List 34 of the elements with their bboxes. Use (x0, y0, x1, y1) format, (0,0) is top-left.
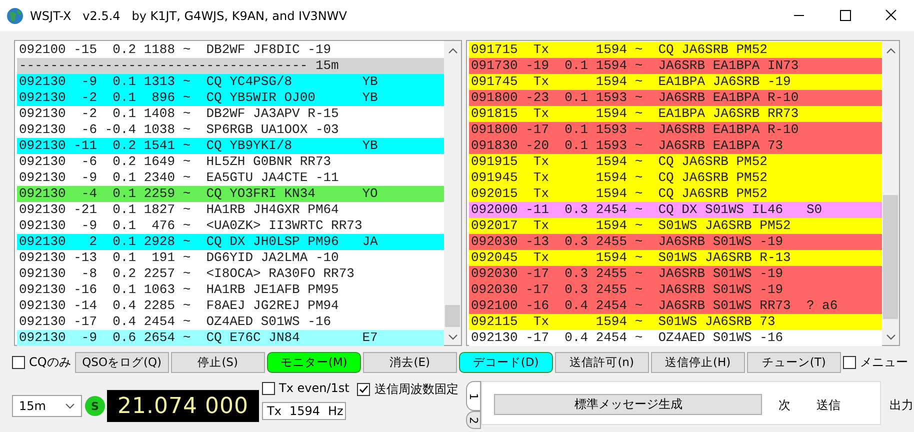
globe-icon (6, 6, 24, 24)
tab[interactable]: 2 (466, 411, 482, 429)
checkbox[interactable]: CQのみ (12, 354, 71, 370)
checkbox-label: Tx even/1st (279, 381, 350, 395)
window-title: WSJT-X v2.5.4 by K1JT, G4WJS, K9AN, and IV3NWV (30, 8, 347, 22)
frequency-display: 21.074 000 (107, 390, 259, 422)
button[interactable]: 停止(S) (170, 352, 265, 372)
button[interactable]: 送信許可(n) (554, 352, 649, 372)
band-dropdown[interactable]: 15m (12, 395, 82, 417)
checkbox-label: 送信周波数固定 (374, 381, 458, 398)
button[interactable]: デコード(D) (458, 352, 553, 372)
status-indicator: S (85, 396, 105, 416)
column-header: 次 (778, 397, 790, 414)
scrollbar[interactable] (444, 41, 461, 345)
generate-messages-button[interactable]: 標準メッセージ生成 (494, 394, 762, 415)
checkbox-label: CQのみ (29, 354, 71, 370)
checkbox[interactable]: Tx even/1st (262, 381, 350, 395)
checkbox[interactable]: 送信周波数固定 (357, 381, 458, 398)
tab[interactable]: 1 (466, 381, 482, 411)
button[interactable]: 送信停止(H) (650, 352, 745, 372)
check-icon[interactable] (358, 384, 370, 395)
scrollbar-thumb[interactable] (883, 195, 898, 319)
checkbox[interactable]: メニュー (842, 354, 908, 370)
scrollbar[interactable] (882, 41, 899, 345)
power-label: 出力 (889, 397, 914, 414)
button[interactable]: チューン(T) (746, 352, 841, 372)
chevron-down-icon[interactable] (65, 402, 75, 410)
button[interactable]: 消去(E) (362, 352, 457, 372)
column-header: 送信 (816, 397, 840, 414)
tx-offset-spinbox[interactable]: Tx 1594 Hz (262, 402, 346, 420)
button[interactable]: QSOをログ(Q) (74, 352, 169, 372)
button[interactable]: モニター(M) (266, 352, 361, 372)
scrollbar-thumb[interactable] (445, 305, 460, 327)
checkbox-label: メニュー (860, 354, 908, 370)
